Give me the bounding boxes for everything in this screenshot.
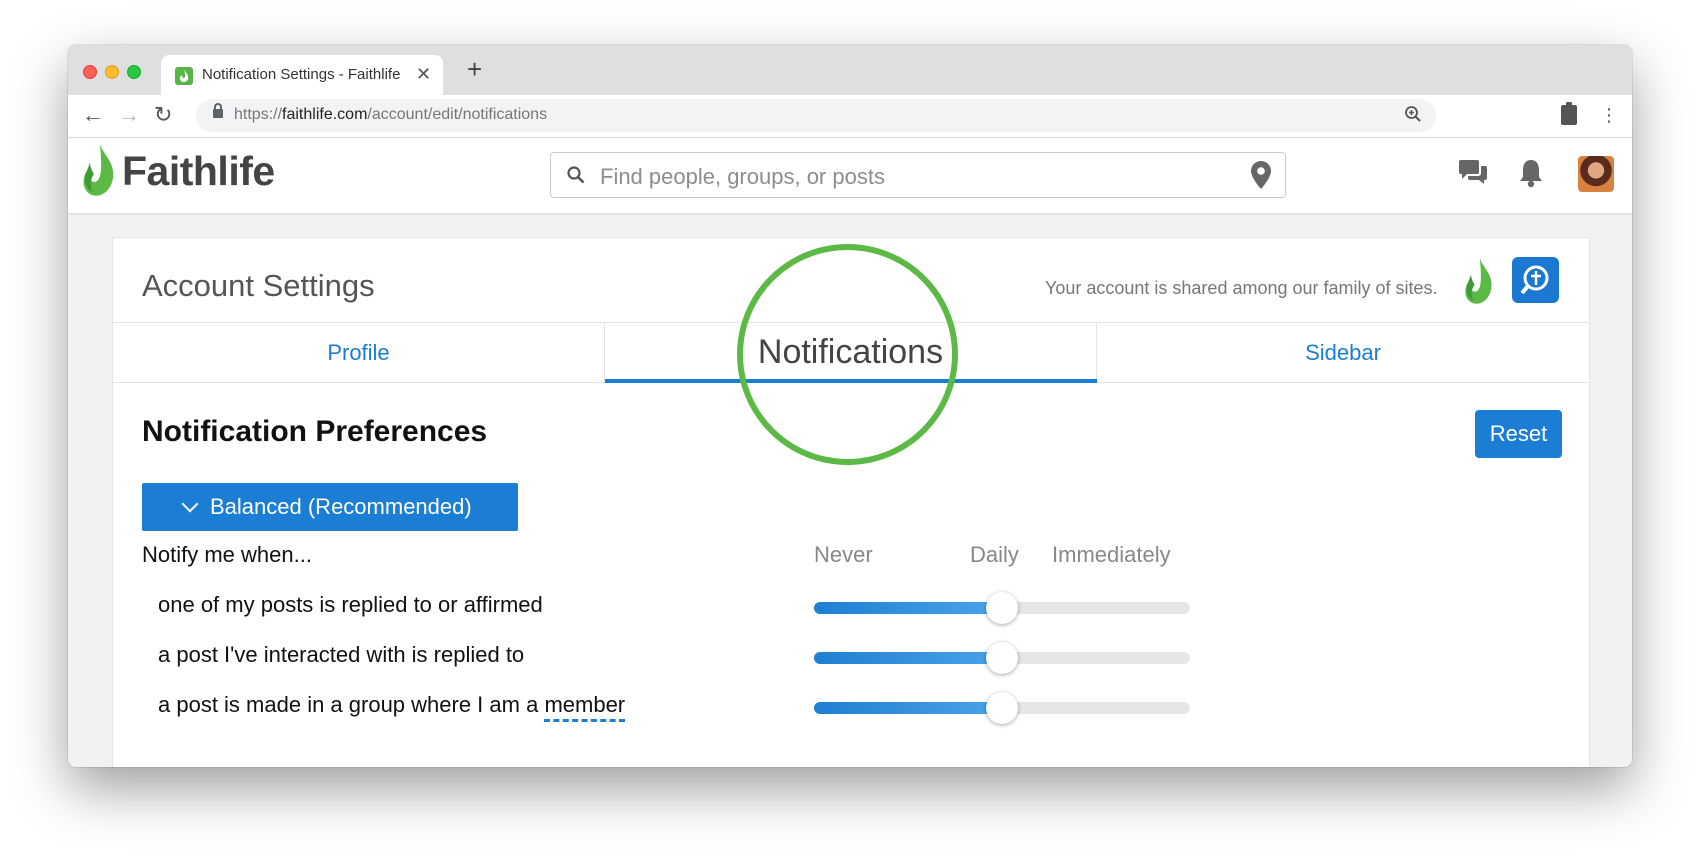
site-search-box[interactable]: Find people, groups, or posts xyxy=(550,152,1286,198)
reload-icon[interactable]: ↻ xyxy=(154,103,172,127)
pref-row-label: a post is made in a group where I am a m… xyxy=(158,692,626,722)
page-body: Account Settings Your account is shared … xyxy=(68,215,1632,767)
preset-dropdown-button[interactable]: Balanced (Recommended) xyxy=(142,483,518,531)
logo-text: Faithlife xyxy=(122,147,275,194)
user-avatar[interactable] xyxy=(1578,156,1614,192)
location-pin-icon[interactable] xyxy=(1251,161,1271,194)
maximize-window-button[interactable] xyxy=(127,65,141,79)
minimize-window-button[interactable] xyxy=(105,65,119,79)
browser-window: Notification Settings - Faithlife ✕ + ← … xyxy=(68,45,1632,767)
pref-row-label: a post I've interacted with is replied t… xyxy=(158,642,525,667)
tab-title: Notification Settings - Faithlife xyxy=(202,66,401,83)
flame-logo-icon xyxy=(83,144,114,196)
browser-tab[interactable]: Notification Settings - Faithlife ✕ xyxy=(161,55,443,95)
shared-account-note: Your account is shared among our family … xyxy=(1045,278,1438,298)
slider-fill xyxy=(814,602,1002,614)
preset-label: Balanced (Recommended) xyxy=(210,494,472,519)
forward-arrow-icon[interactable]: → xyxy=(118,103,140,127)
search-icon xyxy=(567,166,585,189)
browser-toolbar: ← → ↻ https://faithlife.com/account/edit… xyxy=(68,95,1632,138)
messages-icon[interactable] xyxy=(1458,158,1488,191)
bell-icon[interactable] xyxy=(1518,158,1544,193)
lock-icon xyxy=(213,103,223,118)
notify-me-label: Notify me when... xyxy=(142,542,312,567)
new-tab-button[interactable]: + xyxy=(467,55,482,83)
slider-thumb[interactable] xyxy=(986,642,1018,674)
faithlife-logo[interactable]: Faithlife xyxy=(82,144,275,198)
slider-fill xyxy=(814,702,1002,714)
tab-profile[interactable]: Profile xyxy=(113,323,605,382)
slider-thumb[interactable] xyxy=(986,692,1018,724)
clipboard-profile-icon[interactable] xyxy=(1561,102,1577,125)
kebab-menu-icon[interactable]: ⋮ xyxy=(1600,104,1618,126)
page-title: Account Settings xyxy=(142,268,375,303)
frequency-slider[interactable] xyxy=(814,692,1190,724)
frequency-slider[interactable] xyxy=(814,592,1190,624)
slider-thumb[interactable] xyxy=(986,592,1018,624)
url-text[interactable]: https://faithlife.com/account/edit/notif… xyxy=(234,106,547,124)
close-tab-icon[interactable]: ✕ xyxy=(416,64,431,85)
pref-row-label: one of my posts is replied to or affirme… xyxy=(158,592,543,617)
scale-label-daily: Daily xyxy=(970,542,1019,567)
reset-button[interactable]: Reset xyxy=(1475,410,1562,458)
faithlife-favicon-icon xyxy=(175,67,193,85)
section-title: Notification Preferences xyxy=(142,415,488,448)
slider-fill xyxy=(814,652,1002,664)
scale-label-never: Never xyxy=(814,542,873,567)
chevron-down-icon xyxy=(181,495,199,513)
faithlife-flame-icon[interactable] xyxy=(1464,258,1494,311)
site-header: Faithlife Find people, groups, or posts xyxy=(68,138,1632,215)
zoom-icon[interactable] xyxy=(1404,105,1422,128)
member-link[interactable]: member xyxy=(544,692,626,722)
close-window-button[interactable] xyxy=(83,65,97,79)
search-input[interactable]: Find people, groups, or posts xyxy=(600,164,885,190)
tab-sidebar[interactable]: Sidebar xyxy=(1097,323,1589,382)
bible-search-logo-icon[interactable] xyxy=(1512,257,1559,303)
settings-tabs: Profile Notifications Sidebar xyxy=(113,322,1589,383)
back-arrow-icon[interactable]: ← xyxy=(82,103,104,127)
frequency-slider[interactable] xyxy=(814,642,1190,674)
account-settings-card: Account Settings Your account is shared … xyxy=(112,237,1590,767)
active-tab-indicator xyxy=(605,379,1097,383)
address-bar[interactable]: https://faithlife.com/account/edit/notif… xyxy=(196,99,1436,132)
tab-strip: Notification Settings - Faithlife ✕ + xyxy=(68,45,1632,95)
scale-label-immediately: Immediately xyxy=(1052,542,1171,567)
tab-notifications[interactable]: Notifications xyxy=(605,323,1097,382)
